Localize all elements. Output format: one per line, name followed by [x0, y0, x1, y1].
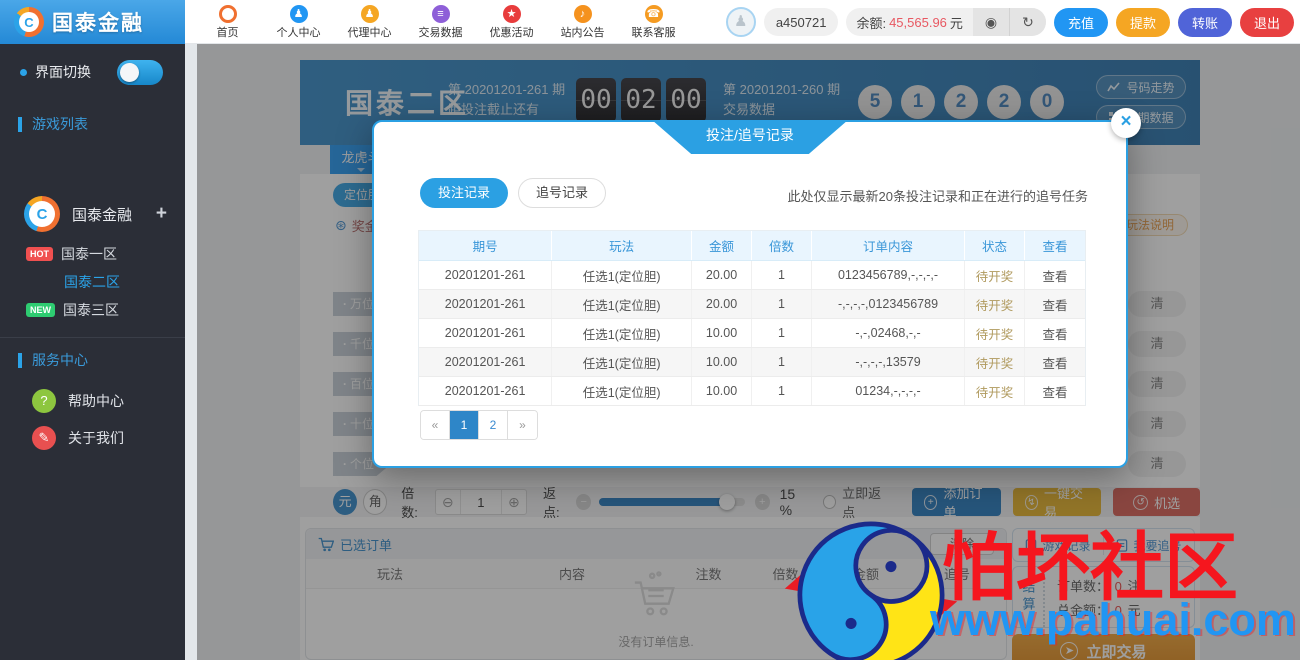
brand-name: 国泰金融 [52, 7, 144, 37]
nav-item-home[interactable]: 首页 [192, 0, 263, 44]
pencil-icon: ✎ [32, 426, 56, 450]
status-badge: 待开奖 [965, 348, 1025, 376]
balance-value: 45,565.96 [889, 15, 947, 30]
app-screen: 国泰金融 首页 ♟ 个人中心 ♟ 代理中心 ≡ 交易数据 ★ 优惠活动 [0, 0, 1300, 660]
nav-item-announcement[interactable]: ♪ 站内公告 [547, 0, 618, 44]
help-icon: ? [32, 389, 56, 413]
sidebar-item-zone2[interactable]: 国泰二区 [0, 270, 185, 294]
avatar[interactable]: ♟ [726, 7, 756, 37]
ui-switch-label: 界面切换 [35, 62, 91, 82]
ui-switch-toggle[interactable] [117, 60, 163, 85]
home-icon [219, 5, 237, 23]
eye-icon[interactable]: ◉ [973, 8, 1009, 36]
withdraw-button[interactable]: 提款 [1116, 8, 1170, 37]
top-nav: 首页 ♟ 个人中心 ♟ 代理中心 ≡ 交易数据 ★ 优惠活动 ♪ 站内公告 [192, 0, 689, 44]
pagination: « 1 2 » [420, 410, 538, 440]
bet-records-modal: 投注/追号记录 × 投注记录 追号记录 此处仅显示最新20条投注记录和正在进行的… [372, 120, 1128, 468]
nav-item-promo[interactable]: ★ 优惠活动 [476, 0, 547, 44]
divider [0, 337, 185, 338]
sidebar-item-help[interactable]: ? 帮助中心 [0, 389, 185, 413]
nav-item-trade-data[interactable]: ≡ 交易数据 [405, 0, 476, 44]
view-link[interactable]: 查看 [1025, 319, 1085, 347]
nav-item-support[interactable]: ☎ 联系客服 [618, 0, 689, 44]
balance-group: 余额: 45,565.96 元 ◉ ↻ [846, 8, 1045, 36]
records-note: 此处仅显示最新20条投注记录和正在进行的追号任务 [788, 186, 1088, 205]
table-row: 20201201-261 任选1(定位胆) 20.00 1 -,-,-,-,01… [419, 290, 1085, 319]
logout-button[interactable]: 退出 [1240, 8, 1294, 37]
tab-bet-records[interactable]: 投注记录 [420, 178, 508, 208]
sidebar-item-about[interactable]: ✎ 关于我们 [0, 426, 185, 450]
view-link[interactable]: 查看 [1025, 261, 1085, 289]
tab-chase-records[interactable]: 追号记录 [518, 178, 606, 208]
table-header-row: 期号 玩法 金额 倍数 订单内容 状态 查看 [419, 231, 1085, 261]
status-badge: 待开奖 [965, 290, 1025, 318]
service-center-header: 服务中心 [0, 350, 88, 370]
status-badge: 待开奖 [965, 261, 1025, 289]
data-icon: ≡ [432, 5, 450, 23]
view-link[interactable]: 查看 [1025, 290, 1085, 318]
status-badge: 待开奖 [965, 377, 1025, 405]
close-icon[interactable]: × [1111, 108, 1141, 138]
brand-logo-icon [14, 7, 44, 37]
sidebar: 界面切换 游戏列表 国泰金融 + HOT 国泰一区 国泰二区 NEW 国泰三区 … [0, 44, 185, 660]
hot-badge: HOT [26, 247, 53, 261]
game-list-header: 游戏列表 [0, 114, 88, 134]
transfer-button[interactable]: 转账 [1178, 8, 1232, 37]
refresh-icon[interactable]: ↻ [1010, 8, 1046, 36]
records-table: 期号 玩法 金额 倍数 订单内容 状态 查看 20201201-261 任选1(… [418, 230, 1086, 406]
balance-text: 余额: 45,565.96 元 [846, 8, 972, 36]
plus-icon[interactable]: + [156, 203, 167, 225]
sidebar-game-group[interactable]: 国泰金融 + [0, 191, 185, 237]
top-bar: 国泰金融 首页 ♟ 个人中心 ♟ 代理中心 ≡ 交易数据 ★ 优惠活动 [0, 0, 1300, 44]
announcement-icon: ♪ [574, 5, 592, 23]
modal-title-tab: 投注/追号记录 [652, 120, 848, 154]
table-row: 20201201-261 任选1(定位胆) 10.00 1 -,-,02468,… [419, 319, 1085, 348]
page-next[interactable]: » [508, 411, 537, 439]
page-1[interactable]: 1 [450, 411, 479, 439]
page-2[interactable]: 2 [479, 411, 508, 439]
gift-icon: ★ [503, 5, 521, 23]
nav-item-agent[interactable]: ♟ 代理中心 [334, 0, 405, 44]
user-icon: ♟ [290, 5, 308, 23]
username-badge[interactable]: a450721 [764, 8, 839, 36]
user-zone: ♟ a450721 余额: 45,565.96 元 ◉ ↻ 充值 提款 转账 退… [726, 7, 1294, 37]
table-row: 20201201-261 任选1(定位胆) 10.00 1 -,-,-,-,13… [419, 348, 1085, 377]
view-link[interactable]: 查看 [1025, 377, 1085, 405]
page-prev[interactable]: « [421, 411, 450, 439]
ui-switch-row: 界面切换 [0, 62, 185, 82]
bullet-icon [20, 69, 27, 76]
game-logo-icon [24, 196, 60, 232]
sidebar-item-zone1[interactable]: HOT 国泰一区 [0, 242, 185, 266]
view-link[interactable]: 查看 [1025, 348, 1085, 376]
headset-icon: ☎ [645, 5, 663, 23]
scrollbar[interactable] [185, 44, 197, 660]
status-badge: 待开奖 [965, 319, 1025, 347]
recharge-button[interactable]: 充值 [1054, 8, 1108, 37]
sidebar-item-zone3[interactable]: NEW 国泰三区 [0, 298, 185, 322]
new-badge: NEW [26, 303, 55, 317]
agent-icon: ♟ [361, 5, 379, 23]
table-row: 20201201-261 任选1(定位胆) 20.00 1 0123456789… [419, 261, 1085, 290]
nav-item-profile[interactable]: ♟ 个人中心 [263, 0, 334, 44]
table-row: 20201201-261 任选1(定位胆) 10.00 1 01234,-,-,… [419, 377, 1085, 406]
brand-logo[interactable]: 国泰金融 [0, 0, 185, 44]
